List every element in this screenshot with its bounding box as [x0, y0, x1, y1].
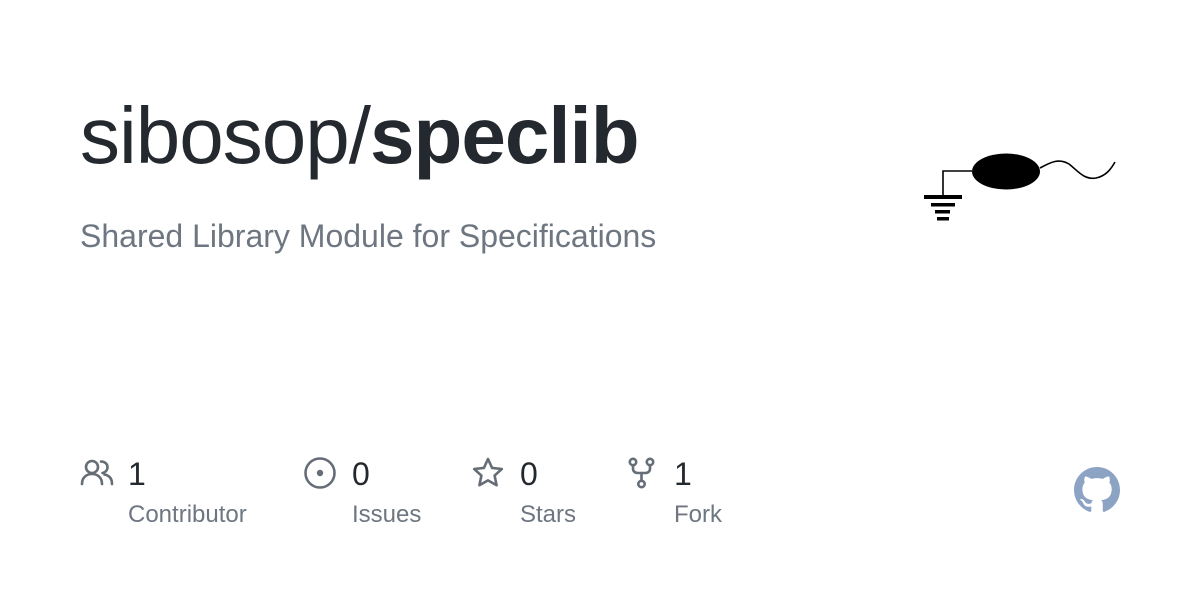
stat-stars[interactable]: 0 Stars [471, 454, 601, 534]
repo-description: Shared Library Module for Specifications [80, 218, 657, 254]
stat-issues[interactable]: 0 Issues [303, 454, 443, 534]
forks-label: Fork [674, 501, 722, 528]
issues-count: 0 [352, 456, 370, 492]
contributors-count: 1 [128, 456, 146, 492]
repo-avatar-drawing [924, 153, 1116, 221]
repo-title: sibosop/speclib [80, 88, 640, 184]
forks-count: 1 [674, 456, 692, 492]
contributors-label: Contributor [128, 501, 247, 528]
stars-count: 0 [520, 456, 538, 492]
contributors-icon [80, 459, 114, 486]
issues-label: Issues [352, 501, 422, 528]
github-logo-icon[interactable] [1074, 467, 1120, 513]
stat-contributors[interactable]: 1 Contributor [80, 454, 270, 534]
star-icon [472, 457, 504, 487]
stat-forks[interactable]: 1 Fork [626, 454, 746, 534]
stars-label: Stars [520, 501, 577, 528]
repo-name[interactable]: speclib [370, 91, 640, 180]
repo-social-card: sibosop/speclib Shared Library Module fo… [0, 0, 1200, 600]
issues-icon [304, 457, 336, 489]
repo-owner[interactable]: sibosop/ [80, 91, 371, 180]
fork-icon [628, 457, 655, 489]
